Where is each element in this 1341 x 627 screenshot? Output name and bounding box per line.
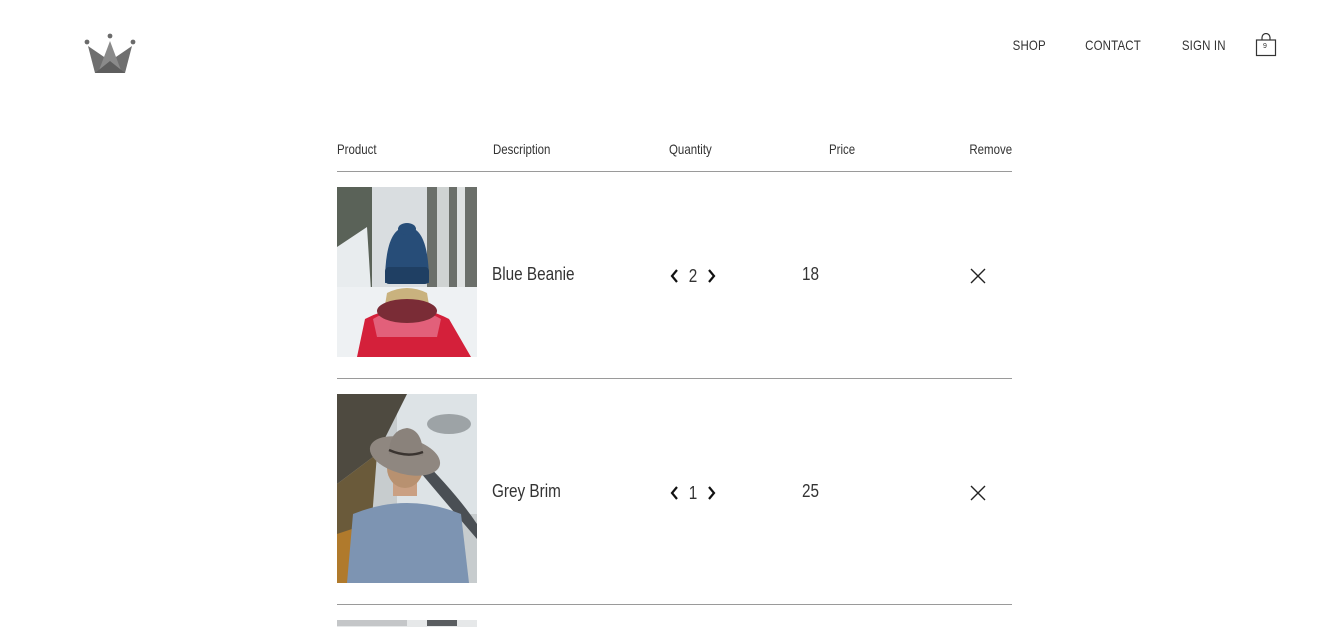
chevron-left-icon[interactable] <box>667 481 681 505</box>
chevron-right-icon[interactable] <box>705 481 719 505</box>
product-price: 25 <box>802 481 820 501</box>
quantity-stepper: 1 <box>667 481 719 505</box>
table-header: Product Description Quantity Price Remov… <box>337 140 1012 172</box>
table-row: Blue Beanie 2 18 <box>337 172 1012 379</box>
cart-page: SHOP CONTACT SIGN IN 9 Product Descripti… <box>0 0 1341 627</box>
product-price: 18 <box>802 264 820 284</box>
shopping-bag-icon[interactable]: 9 <box>1255 33 1277 57</box>
close-icon[interactable] <box>969 264 987 288</box>
product-description: Blue Beanie <box>492 264 575 284</box>
nav-sign-in-link[interactable]: SIGN IN <box>1182 34 1226 56</box>
product-image-grey-brim[interactable] <box>337 394 477 583</box>
column-header-description: Description <box>493 141 551 157</box>
close-icon[interactable] <box>969 481 987 505</box>
product-description: Grey Brim <box>492 481 561 501</box>
quantity-value: 1 <box>688 482 698 503</box>
column-header-product: Product <box>337 141 377 157</box>
nav-contact-link[interactable]: CONTACT <box>1086 34 1142 56</box>
crown-logo[interactable] <box>84 33 136 75</box>
chevron-right-icon[interactable] <box>705 264 719 288</box>
quantity-value: 2 <box>688 265 698 286</box>
table-row <box>337 605 1012 627</box>
cart-table: Product Description Quantity Price Remov… <box>337 140 1012 627</box>
column-header-price: Price <box>829 141 856 157</box>
product-image[interactable] <box>337 620 477 627</box>
column-header-quantity: Quantity <box>669 141 712 157</box>
chevron-left-icon[interactable] <box>667 264 681 288</box>
main-nav: SHOP CONTACT SIGN IN 9 <box>1009 33 1277 57</box>
column-header-remove: Remove <box>969 141 1012 157</box>
product-image-blue-beanie[interactable] <box>337 187 477 357</box>
cart-count-badge: 9 <box>1263 43 1267 50</box>
nav-shop-link[interactable]: SHOP <box>1013 34 1046 56</box>
quantity-stepper: 2 <box>667 264 719 288</box>
table-row: Grey Brim 1 25 <box>337 379 1012 605</box>
